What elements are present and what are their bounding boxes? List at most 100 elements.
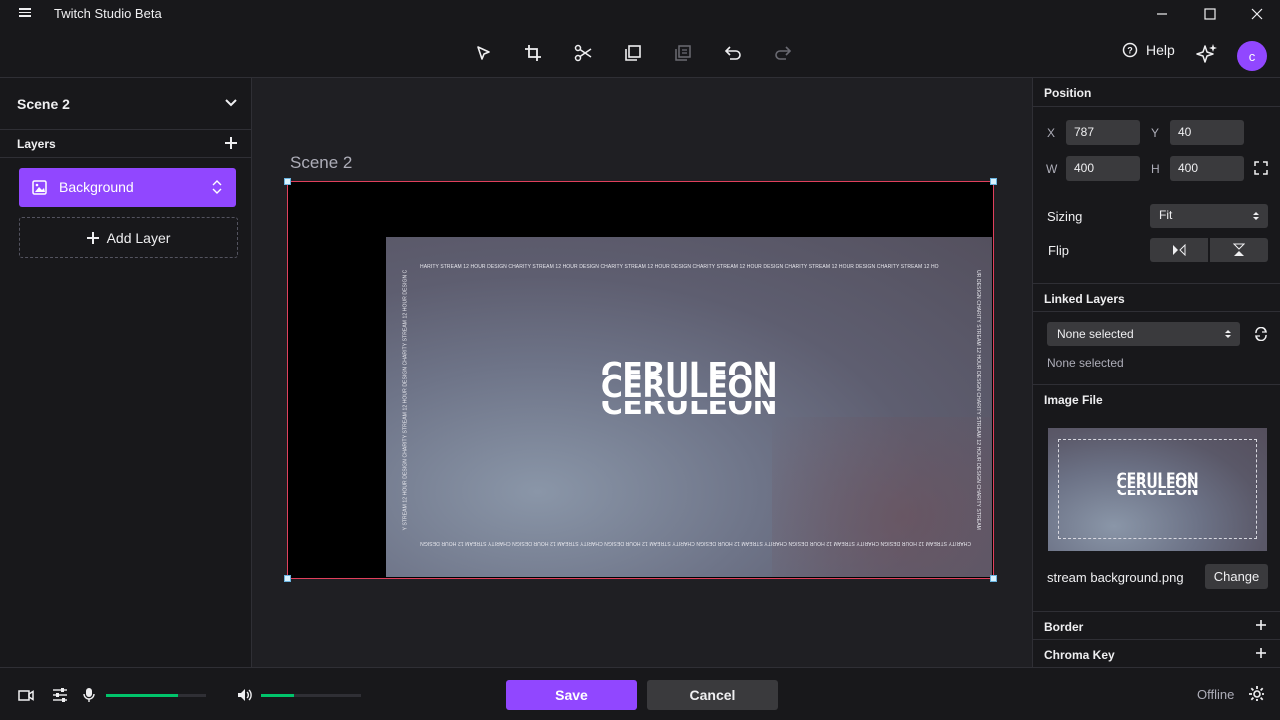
scene-selector[interactable]: Scene 2 xyxy=(0,78,252,130)
mic-level-slider[interactable] xyxy=(106,694,206,697)
scene-canvas: Scene 2 HARITY STREAM 12 HOUR DESIGN CHA… xyxy=(252,78,1032,667)
thumb-logo-line-3: CERULEON xyxy=(1048,490,1267,497)
position-title: Position xyxy=(1044,86,1092,100)
svg-text:?: ? xyxy=(1127,46,1133,56)
width-input[interactable]: 400 xyxy=(1066,156,1140,181)
mic-level-fill xyxy=(106,694,178,697)
image-file-section-header: Image File xyxy=(1033,384,1280,413)
background-layer-image[interactable]: HARITY STREAM 12 HOUR DESIGN CHARITY STR… xyxy=(386,237,992,577)
border-title: Border xyxy=(1044,620,1084,634)
linked-layers-status: None selected xyxy=(1047,356,1124,370)
chroma-key-title: Chroma Key xyxy=(1044,648,1115,662)
linked-layers-select[interactable]: None selected xyxy=(1047,322,1240,346)
select-pointer-icon[interactable] xyxy=(470,40,496,66)
minimize-icon[interactable] xyxy=(1139,0,1185,28)
y-label: Y xyxy=(1151,126,1160,140)
speaker-icon[interactable] xyxy=(237,687,253,703)
bottom-bar: Save Cancel Offline xyxy=(0,667,1280,720)
duplicate-icon[interactable] xyxy=(620,40,646,66)
image-file-thumbnail[interactable]: CERULEON CERULEON CERULEON xyxy=(1048,428,1267,551)
y-position-input[interactable]: 40 xyxy=(1170,120,1244,145)
layers-stack-icon[interactable] xyxy=(670,40,696,66)
settings-gear-icon[interactable] xyxy=(1248,685,1264,701)
linked-layers-section-header: Linked Layers xyxy=(1033,283,1280,312)
change-image-button[interactable]: Change xyxy=(1205,564,1268,589)
flip-vertical-icon xyxy=(1233,243,1245,256)
border-section-header[interactable]: Border xyxy=(1033,611,1280,640)
crop-icon[interactable] xyxy=(520,40,546,66)
marquee-text-left: Y STREAM 12 HOUR DESIGN CHARITY STREAM 1… xyxy=(402,269,409,531)
refresh-icon[interactable] xyxy=(1254,327,1268,341)
sizing-select[interactable]: Fit xyxy=(1150,204,1268,228)
add-layer-label: Add Layer xyxy=(106,229,171,246)
redo-icon[interactable] xyxy=(770,40,796,66)
chroma-key-section-header[interactable]: Chroma Key xyxy=(1033,640,1280,669)
scene-selector-label: Scene 2 xyxy=(17,96,70,112)
select-arrows-icon xyxy=(1253,212,1259,220)
w-label: W xyxy=(1046,162,1058,176)
flip-label: Flip xyxy=(1048,243,1069,258)
hamburger-menu-icon[interactable] xyxy=(16,6,34,22)
image-layer-icon xyxy=(32,180,47,195)
linked-layers-title: Linked Layers xyxy=(1044,292,1125,306)
volume-slider[interactable] xyxy=(261,694,361,697)
logo-line-3: CERULEON xyxy=(594,401,784,417)
layer-item-background[interactable]: Background xyxy=(19,168,236,207)
scissors-icon[interactable] xyxy=(570,40,596,66)
add-layer-plus-icon[interactable] xyxy=(224,136,238,150)
microphone-icon[interactable] xyxy=(82,687,98,703)
h-label: H xyxy=(1151,162,1160,176)
add-chroma-key-plus-icon[interactable] xyxy=(1255,647,1267,659)
linked-layers-select-value: None selected xyxy=(1057,327,1134,341)
scene-preview[interactable]: HARITY STREAM 12 HOUR DESIGN CHARITY STR… xyxy=(284,178,997,582)
resize-handle-top-right[interactable] xyxy=(990,178,997,185)
flip-horizontal-icon xyxy=(1173,244,1186,256)
app-title: Twitch Studio Beta xyxy=(54,6,162,21)
help-label: Help xyxy=(1146,42,1175,58)
cancel-button[interactable]: Cancel xyxy=(647,680,778,710)
layers-title: Layers xyxy=(17,137,56,151)
scene-layers-panel: Scene 2 Layers Background Add Layer xyxy=(0,78,252,667)
avatar[interactable]: c xyxy=(1237,41,1267,71)
sparkle-icon[interactable] xyxy=(1196,42,1218,64)
resize-handle-top-left[interactable] xyxy=(284,178,291,185)
image-file-title: Image File xyxy=(1044,393,1103,407)
editor-toolbar: ? Help c xyxy=(0,28,1280,78)
marquee-text-bottom: CHARITY STREAM 12 HOUR DESIGN CHARITY ST… xyxy=(420,540,972,546)
plus-icon xyxy=(86,231,99,244)
layer-name: Background xyxy=(59,179,134,195)
sizing-label: Sizing xyxy=(1047,209,1083,224)
undo-icon[interactable] xyxy=(720,40,746,66)
close-icon[interactable] xyxy=(1234,0,1280,28)
x-position-input[interactable]: 787 xyxy=(1066,120,1140,145)
sizing-value: Fit xyxy=(1159,208,1173,222)
stream-status: Offline xyxy=(1197,687,1235,702)
audio-mixer-icon[interactable] xyxy=(52,687,68,703)
maximize-icon[interactable] xyxy=(1187,0,1233,28)
fullscreen-icon[interactable] xyxy=(1254,161,1268,175)
flip-vertical-button[interactable] xyxy=(1210,238,1268,262)
layers-header: Layers xyxy=(0,130,252,158)
ceruleon-logo: CERULEON CERULEON CERULEON xyxy=(594,359,784,417)
position-section-header: Position xyxy=(1033,78,1280,107)
thumb-logo-line-2: CERULEON xyxy=(1116,476,1199,492)
resize-handle-bottom-right[interactable] xyxy=(990,575,997,582)
height-input[interactable]: 400 xyxy=(1170,156,1244,181)
marquee-text-top: HARITY STREAM 12 HOUR DESIGN CHARITY STR… xyxy=(420,264,939,270)
save-button[interactable]: Save xyxy=(506,680,637,710)
properties-panel: Position X 787 Y 40 W 400 H 400 Sizing F… xyxy=(1032,78,1280,667)
help-button[interactable]: ? Help xyxy=(1122,42,1175,58)
select-arrows-icon xyxy=(1225,330,1231,338)
image-filename: stream background.png xyxy=(1047,570,1184,585)
resize-handle-bottom-left[interactable] xyxy=(284,575,291,582)
flip-horizontal-button[interactable] xyxy=(1150,238,1208,262)
reorder-arrows-icon[interactable] xyxy=(212,180,222,194)
scene-title: Scene 2 xyxy=(290,153,353,172)
camera-icon[interactable] xyxy=(18,687,34,703)
volume-level-fill xyxy=(261,694,294,697)
add-border-plus-icon[interactable] xyxy=(1255,619,1267,631)
thumbnail-logo: CERULEON CERULEON CERULEON xyxy=(1048,472,1267,497)
chevron-down-icon xyxy=(225,99,237,107)
add-layer-button[interactable]: Add Layer xyxy=(19,217,238,258)
x-label: X xyxy=(1047,126,1056,140)
